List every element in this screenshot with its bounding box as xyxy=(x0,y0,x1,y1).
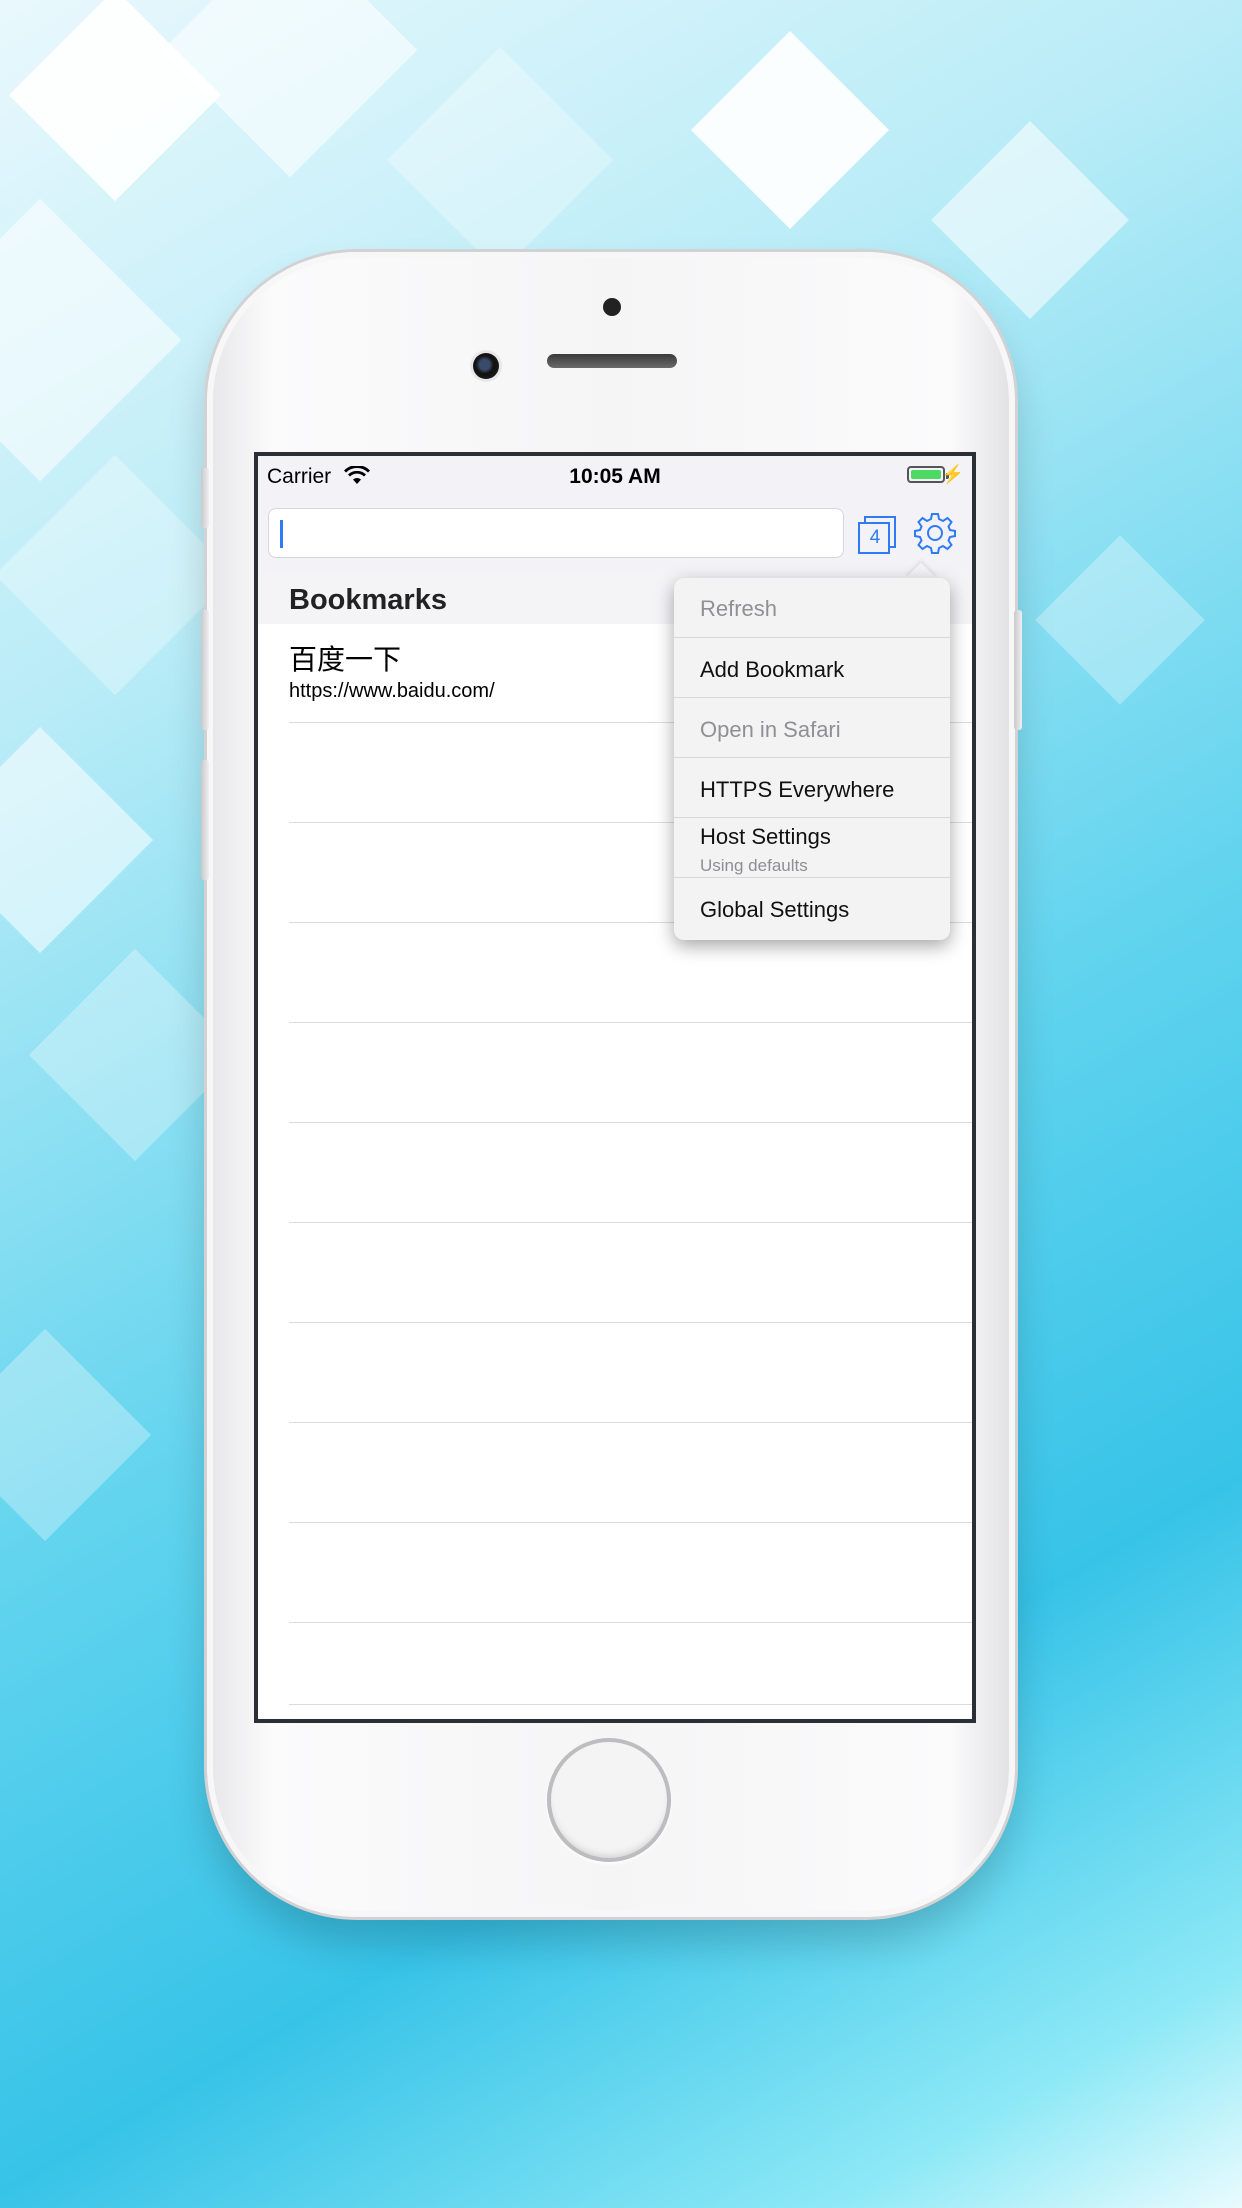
background-tile xyxy=(162,0,418,178)
gear-icon xyxy=(914,513,956,554)
menu-item-https-everywhere[interactable]: HTTPS Everywhere xyxy=(674,758,950,818)
battery-icon xyxy=(907,466,949,483)
menu-item-label: Open in Safari xyxy=(700,717,841,742)
row-separator xyxy=(289,1322,972,1323)
settings-button[interactable] xyxy=(910,508,960,558)
bookmarks-title: Bookmarks xyxy=(289,584,447,616)
proximity-sensor xyxy=(603,298,621,316)
background-tile xyxy=(386,46,614,274)
menu-item-label: HTTPS Everywhere xyxy=(700,777,895,802)
background-tile xyxy=(0,198,182,482)
menu-item-refresh[interactable]: Refresh xyxy=(674,578,950,638)
charging-bolt-icon: ⚡ xyxy=(941,464,964,484)
power-button xyxy=(1014,610,1022,730)
menu-item-add-bookmark[interactable]: Add Bookmark xyxy=(674,638,950,698)
row-separator xyxy=(289,1522,972,1523)
volume-down-button xyxy=(201,760,209,880)
front-camera xyxy=(473,353,499,379)
row-separator xyxy=(289,1704,972,1705)
menu-item-open-in-safari[interactable]: Open in Safari xyxy=(674,698,950,758)
background-tile xyxy=(0,726,154,954)
row-separator xyxy=(289,1622,972,1623)
menu-item-label: Host Settings xyxy=(700,824,831,849)
url-input[interactable] xyxy=(287,517,831,551)
browser-toolbar: 4 xyxy=(258,496,972,574)
row-separator xyxy=(289,1022,972,1023)
mute-switch xyxy=(201,468,209,528)
menu-item-sublabel: Using defaults xyxy=(700,856,808,875)
background-tile xyxy=(691,31,889,229)
row-separator xyxy=(289,1122,972,1123)
tab-count: 4 xyxy=(869,527,881,548)
volume-up-button xyxy=(201,610,209,730)
menu-item-label: Add Bookmark xyxy=(700,657,845,682)
menu-item-global-settings[interactable]: Global Settings xyxy=(674,878,950,938)
row-separator xyxy=(289,1222,972,1223)
earpiece-speaker xyxy=(547,354,677,368)
address-bar[interactable] xyxy=(268,508,844,558)
background-tile xyxy=(0,1328,152,1542)
background-tile xyxy=(0,454,236,696)
menu-item-host-settings[interactable]: Host Settings Using defaults xyxy=(674,818,950,878)
tabs-button[interactable]: 4 xyxy=(854,510,902,558)
home-button[interactable] xyxy=(547,1738,671,1862)
row-separator xyxy=(289,1422,972,1423)
menu-item-label: Refresh xyxy=(700,596,778,621)
clock-time: 10:05 AM xyxy=(569,465,661,488)
bookmark-title: 百度一下 xyxy=(289,644,402,675)
status-bar: Carrier 10:05 AM ⚡ xyxy=(258,456,972,496)
bookmark-url: https://www.baidu.com/ xyxy=(289,680,495,702)
text-caret xyxy=(280,520,283,548)
menu-item-label: Global Settings xyxy=(700,897,850,922)
background-tile xyxy=(1035,535,1205,705)
settings-popover-menu: Refresh Add Bookmark Open in Safari HTTP… xyxy=(674,578,950,940)
